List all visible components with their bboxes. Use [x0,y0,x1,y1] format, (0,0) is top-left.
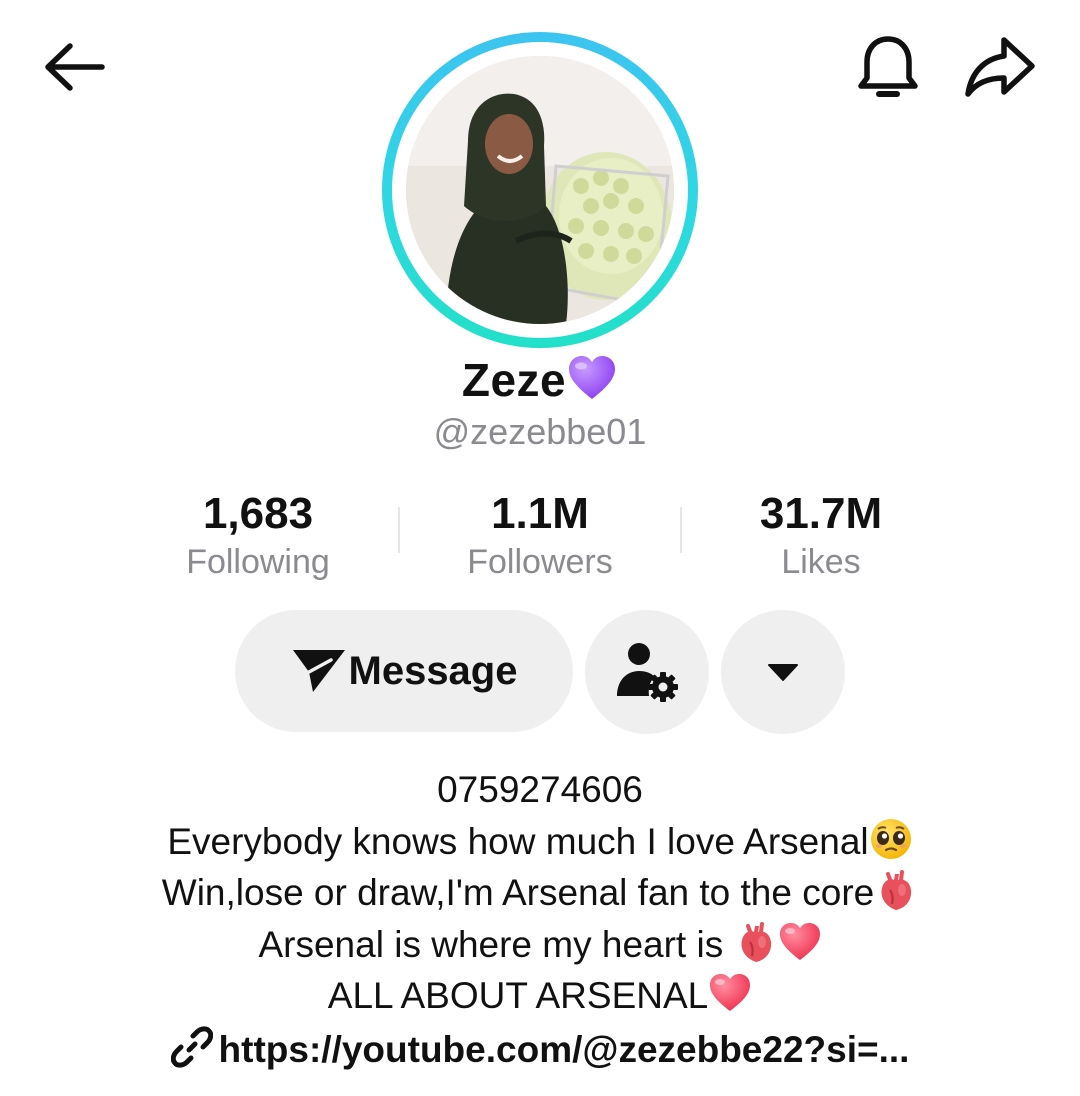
username-handle: @zezebbe01 [433,411,647,452]
followers-label: Followers [467,543,613,581]
caret-down-icon [768,664,798,681]
send-plane-icon [292,650,345,692]
stat-divider [680,507,682,553]
purple-heart-emoji-icon [569,356,616,399]
bio-line-1-text: Everybody knows how much I love Arsenal [167,820,869,862]
likes-label: Likes [781,543,861,581]
bio-line-4-text: ALL ABOUT ARSENAL [327,975,709,1016]
following-label: Following [186,543,330,581]
anatomical-heart-emoji-icon [881,870,912,910]
bell-icon [858,36,918,97]
back-button[interactable] [40,38,110,98]
pleading-face-emoji-icon [870,818,911,859]
avatar[interactable] [382,32,698,348]
message-label: Message [348,648,518,693]
share-button[interactable] [962,34,1038,102]
anatomical-heart-emoji-icon [741,921,771,962]
more-options-button[interactable] [721,610,845,734]
bio-phone: 0759274606 [437,769,643,810]
stat-divider [398,507,400,553]
red-heart-emoji-icon [710,974,751,1011]
bio-line-1: Everybody knows how much I love Arsenal [40,816,1040,868]
following-count: 1,683 [202,489,314,538]
notifications-button[interactable] [852,32,924,104]
avatar-photo [406,56,674,324]
profile-link-text: https://youtube.com/@zezebbe22?si=... [218,1029,910,1070]
display-name-text: Zeze [461,354,567,406]
display-name: Zeze [0,352,1080,407]
profile-photo-illustration [406,56,674,324]
user-gear-icon [617,643,678,702]
profile-link[interactable]: https://youtube.com/@zezebbe22?si=... [0,1026,1080,1071]
profile-settings-button[interactable] [585,610,709,734]
link-icon [170,1026,213,1068]
bio: 0759274606 Everybody knows how much I lo… [40,764,1040,1022]
share-arrow-icon [965,37,1035,97]
message-button[interactable]: Message [235,610,573,732]
stat-likes[interactable]: 31.7M Likes [701,488,941,584]
bio-line-3-text: Arsenal is where my heart is [258,923,734,965]
bio-line-2: Win,lose or draw,I'm Arsenal fan to the … [40,867,1040,919]
stat-followers[interactable]: 1.1M Followers [420,488,660,584]
likes-count: 31.7M [759,489,883,538]
back-arrow-icon [45,43,105,91]
bio-line-2-text: Win,lose or draw,I'm Arsenal fan to the … [161,872,875,913]
bio-line-3: Arsenal is where my heart is [40,919,1040,971]
stat-following[interactable]: 1,683 Following [138,488,378,584]
red-heart-emoji-icon [779,922,820,960]
bio-line-4: ALL ABOUT ARSENAL [40,970,1040,1022]
followers-count: 1.1M [491,489,589,538]
